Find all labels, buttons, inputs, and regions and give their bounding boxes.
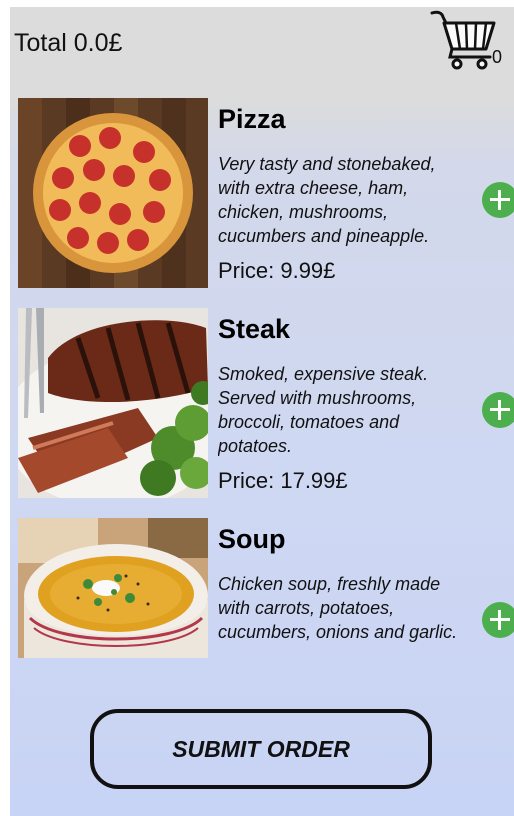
item-price: Price: 9.99£ <box>218 258 336 283</box>
top-bar: Total 0.0£ 0 <box>10 7 514 97</box>
item-price: Price: 17.99£ <box>218 468 348 493</box>
soup-image <box>18 518 208 658</box>
menu-item-pizza: Pizza Very tasty and stonebaked, with ex… <box>10 98 514 290</box>
item-description: Chicken soup, freshly made with carrots,… <box>218 574 458 642</box>
item-name: Steak <box>218 314 291 344</box>
app-screen: Total 0.0£ 0 Pizza Very tasty and stoneb… <box>10 7 514 816</box>
steak-image <box>18 308 208 498</box>
item-name: Soup <box>218 524 286 554</box>
item-description: Smoked, expensive steak. Served with mus… <box>218 364 429 456</box>
pizza-image <box>18 98 208 288</box>
menu-item-steak: Steak Smoked, expensive steak. Served wi… <box>10 308 514 500</box>
add-pizza-button[interactable] <box>482 182 514 218</box>
item-name: Pizza <box>218 104 286 134</box>
item-description: Very tasty and stonebaked, with extra ch… <box>218 154 436 246</box>
menu-item-soup: Soup Chicken soup, freshly made with car… <box>10 518 514 658</box>
order-total: Total 0.0£ <box>14 29 123 57</box>
add-soup-button[interactable] <box>482 602 514 638</box>
submit-order-button[interactable]: SUBMIT ORDER <box>90 709 432 789</box>
cart-count-badge: 0 <box>492 47 503 67</box>
add-steak-button[interactable] <box>482 392 514 428</box>
